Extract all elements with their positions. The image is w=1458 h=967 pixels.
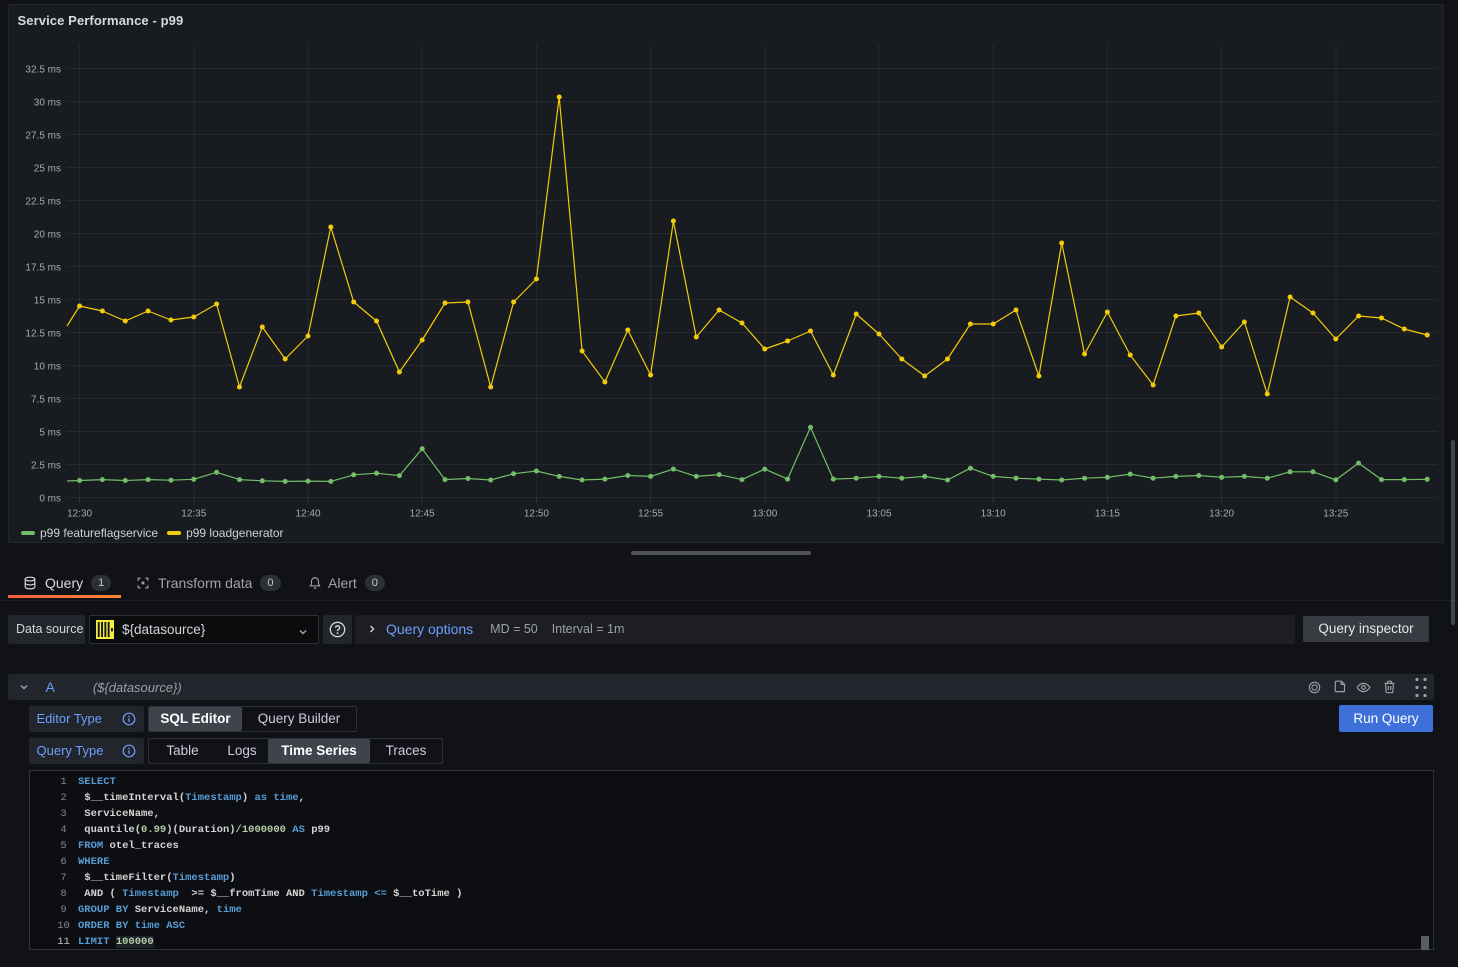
svg-text:13:15: 13:15 <box>1095 509 1120 520</box>
svg-text:30 ms: 30 ms <box>34 98 61 109</box>
svg-text:12:35: 12:35 <box>181 509 206 520</box>
svg-text:10 ms: 10 ms <box>34 362 61 373</box>
svg-text:13:20: 13:20 <box>1209 509 1234 520</box>
svg-text:15 ms: 15 ms <box>34 296 61 307</box>
svg-text:25 ms: 25 ms <box>34 164 61 175</box>
svg-text:5 ms: 5 ms <box>39 428 61 439</box>
svg-text:2.5 ms: 2.5 ms <box>31 461 61 472</box>
svg-text:12:45: 12:45 <box>410 509 435 520</box>
svg-text:13:00: 13:00 <box>752 509 777 520</box>
svg-text:12:55: 12:55 <box>638 509 663 520</box>
svg-text:13:25: 13:25 <box>1323 509 1348 520</box>
svg-text:20 ms: 20 ms <box>34 230 61 241</box>
svg-text:17.5 ms: 17.5 ms <box>25 263 61 274</box>
svg-text:0 ms: 0 ms <box>39 494 61 505</box>
svg-text:7.5 ms: 7.5 ms <box>31 395 61 406</box>
svg-text:13:10: 13:10 <box>981 509 1006 520</box>
svg-text:12.5 ms: 12.5 ms <box>25 329 61 340</box>
svg-text:12:50: 12:50 <box>524 509 549 520</box>
svg-text:27.5 ms: 27.5 ms <box>25 131 61 142</box>
svg-text:13:05: 13:05 <box>866 509 891 520</box>
svg-text:22.5 ms: 22.5 ms <box>25 197 61 208</box>
svg-text:12:30: 12:30 <box>67 509 92 520</box>
svg-text:12:40: 12:40 <box>295 509 320 520</box>
svg-text:32.5 ms: 32.5 ms <box>25 65 61 76</box>
